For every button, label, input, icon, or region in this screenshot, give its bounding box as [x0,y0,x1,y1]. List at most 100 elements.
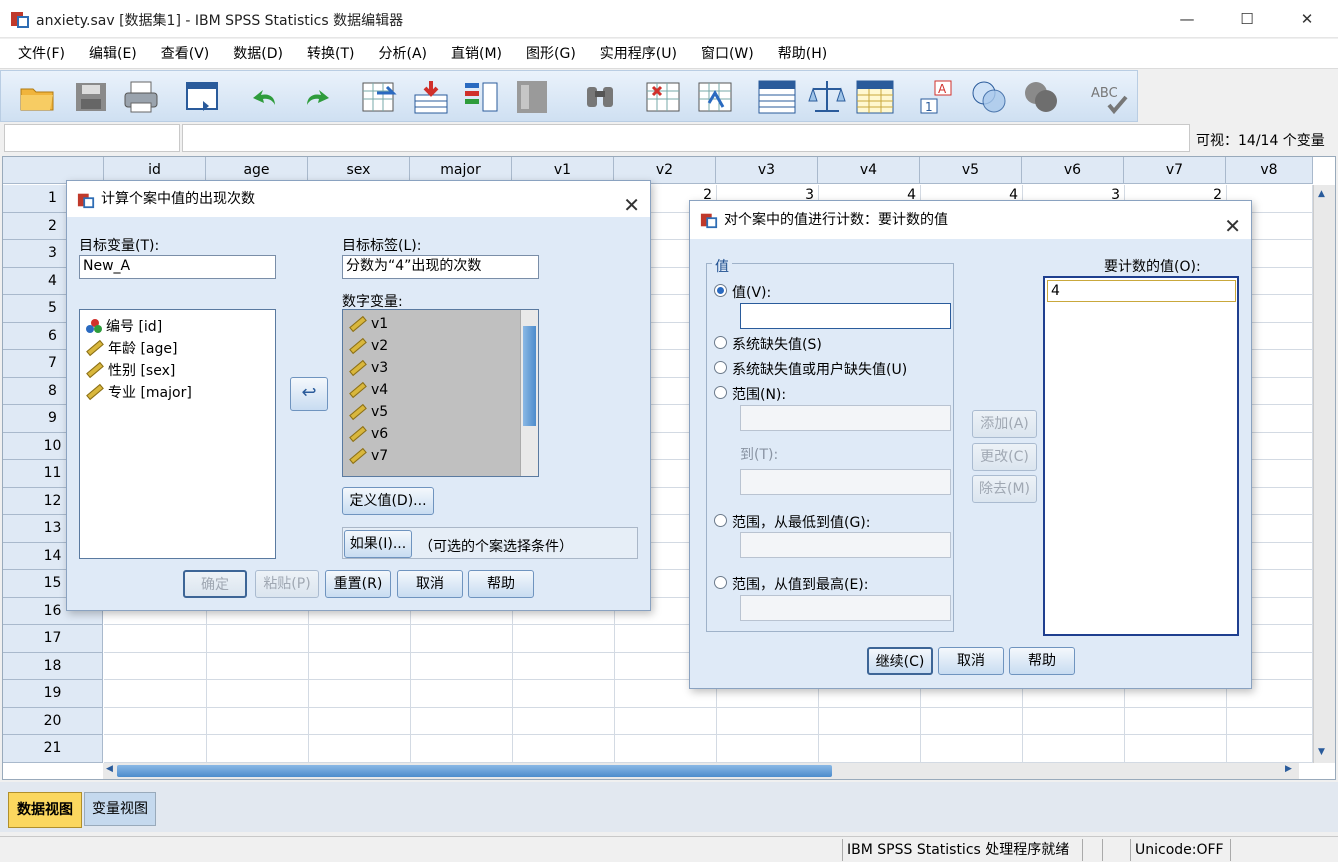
scroll-down-icon[interactable]: ▼ [1318,747,1325,757]
ok-button[interactable]: 确定 [183,570,247,598]
scroll-left-icon[interactable]: ◀ [106,764,113,774]
define-values-button[interactable]: 定义值(D)... [342,487,434,515]
list-item[interactable]: 性别 [sex] [86,360,175,380]
continue-button[interactable]: 继续(C) [867,647,933,675]
cancel-button[interactable]: 取消 [397,570,463,598]
menu-data[interactable]: 数据(D) [221,39,295,69]
list-item[interactable]: 4 [1047,280,1236,302]
row-header[interactable]: 19 [3,680,103,708]
variables-icon[interactable] [461,77,501,117]
move-variable-button[interactable]: ↩ [290,377,328,411]
sysmis-radio[interactable] [714,336,727,349]
remove-button[interactable]: 除去(M) [972,475,1037,503]
help-button[interactable]: 帮助 [1009,647,1075,675]
row-header[interactable]: 17 [3,625,103,653]
undo-icon[interactable] [245,77,285,117]
range-highest-input[interactable] [740,595,951,621]
paste-button[interactable]: 粘贴(P) [255,570,319,598]
change-button[interactable]: 更改(C) [972,443,1037,471]
select-cases-icon[interactable] [855,77,895,117]
list-item[interactable]: v2 [349,337,388,355]
range-lowest-input[interactable] [740,532,951,558]
menu-edit[interactable]: 编辑(E) [77,39,149,69]
close-icon[interactable]: ✕ [623,187,640,223]
column-header-v5[interactable]: v5 [920,157,1022,184]
column-header-v8[interactable]: v8 [1226,157,1313,184]
menu-utilities[interactable]: 实用程序(U) [588,39,689,69]
close-window-button[interactable]: ✕ [1284,0,1330,38]
cancel-button[interactable]: 取消 [938,647,1004,675]
spell-check-icon[interactable]: ABC [1089,77,1129,117]
list-scroll-thumb[interactable] [523,326,536,426]
value-input[interactable] [740,303,951,329]
open-folder-icon[interactable] [17,77,57,117]
menu-file[interactable]: 文件(F) [6,39,77,69]
list-item[interactable]: v7 [349,447,388,465]
column-header-v7[interactable]: v7 [1124,157,1226,184]
maximize-button[interactable]: ☐ [1224,0,1270,38]
menu-direct-marketing[interactable]: 直销(M) [439,39,514,69]
range-lowest-radio[interactable] [714,514,727,527]
source-variable-list[interactable]: 编号 [id] 年龄 [age] 性别 [sex] 专业 [major] [79,309,276,559]
menu-analyze[interactable]: 分析(A) [366,39,439,69]
scroll-right-icon[interactable]: ▶ [1285,764,1292,774]
range-radio[interactable] [714,386,727,399]
target-label-input[interactable]: 分数为“4”出现的次数 [342,255,539,279]
horizontal-scroll-thumb[interactable] [117,765,832,777]
list-item[interactable]: 编号 [id] [86,316,162,336]
column-header-v4[interactable]: v4 [818,157,920,184]
values-to-count-list[interactable]: 4 [1043,276,1239,636]
add-button[interactable]: 添加(A) [972,410,1037,438]
list-item[interactable]: v3 [349,359,388,377]
row-header[interactable]: 20 [3,707,103,735]
close-icon[interactable]: ✕ [1224,207,1241,245]
show-all-variables-icon[interactable] [1021,77,1061,117]
tab-variable-view[interactable]: 变量视图 [84,792,156,826]
list-item[interactable]: v4 [349,381,388,399]
redo-icon[interactable] [297,77,337,117]
menu-graphs[interactable]: 图形(G) [514,39,588,69]
value-labels-icon[interactable]: A1 [917,77,957,117]
recall-dialog-icon[interactable] [183,77,223,117]
menu-help[interactable]: 帮助(H) [766,39,839,69]
value-radio[interactable] [714,284,727,297]
use-variable-sets-icon[interactable] [969,77,1009,117]
list-item[interactable]: v5 [349,403,388,421]
tab-data-view[interactable]: 数据视图 [8,792,82,828]
insert-cases-icon[interactable] [643,77,683,117]
sysmis-user-radio[interactable] [714,361,727,374]
goto-variable-icon[interactable] [411,77,451,117]
list-item[interactable]: v6 [349,425,388,443]
list-item[interactable]: 年龄 [age] [86,338,177,358]
run-descriptives-icon[interactable] [513,77,553,117]
menu-transform[interactable]: 转换(T) [295,39,366,69]
insert-variable-icon[interactable] [695,77,735,117]
cell-reference-field[interactable] [4,124,180,152]
range-highest-radio[interactable] [714,576,727,589]
split-file-icon[interactable] [757,77,797,117]
numeric-variables-list[interactable]: v1 v2 v3 v4 v5 v6 v7 [342,309,539,477]
weight-cases-icon[interactable] [807,77,847,117]
print-icon[interactable] [121,77,161,117]
menu-window[interactable]: 窗口(W) [689,39,766,69]
reset-button[interactable]: 重置(R) [325,570,391,598]
range-from-input[interactable] [740,405,951,431]
row-header[interactable]: 21 [3,735,103,763]
range-to-input[interactable] [740,469,951,495]
help-button[interactable]: 帮助 [468,570,534,598]
column-header-v6[interactable]: v6 [1022,157,1124,184]
menu-view[interactable]: 查看(V) [149,39,222,69]
scroll-up-icon[interactable]: ▲ [1318,189,1325,199]
list-item[interactable]: 专业 [major] [86,382,192,402]
list-scrollbar[interactable] [520,310,538,476]
save-icon[interactable] [71,77,111,117]
row-header[interactable]: 18 [3,652,103,680]
target-variable-input[interactable]: New_A [79,255,276,279]
list-item[interactable]: v1 [349,315,388,333]
goto-case-icon[interactable] [359,77,399,117]
find-icon[interactable] [581,77,621,117]
column-header-v3[interactable]: v3 [716,157,818,184]
cell-value-field[interactable] [182,124,1190,152]
vertical-scrollbar[interactable]: ▲ ▼ [1313,185,1335,763]
horizontal-scrollbar[interactable]: ◀ ▶ [103,763,1299,779]
